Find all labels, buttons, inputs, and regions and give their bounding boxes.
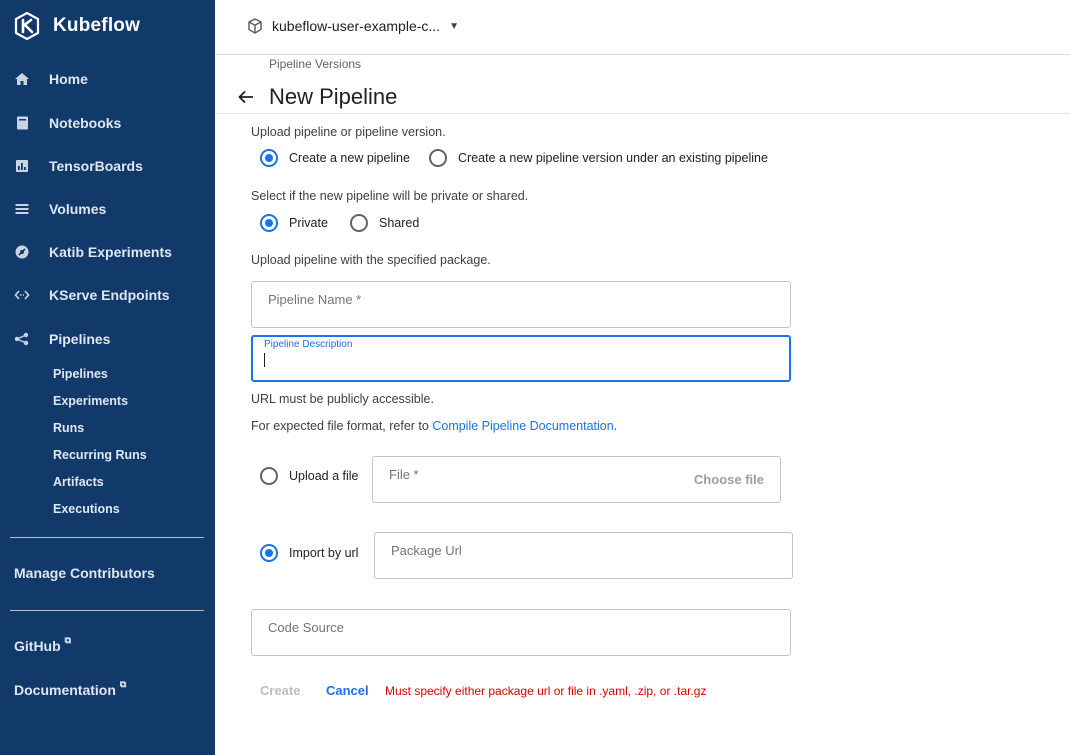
error-message: Must specify either package url or file … <box>385 684 707 698</box>
katib-icon <box>14 244 30 260</box>
nav-tensorboards[interactable]: TensorBoards <box>0 146 215 186</box>
sub-item-executions[interactable]: Executions <box>53 499 120 519</box>
pipeline-icon <box>14 331 30 347</box>
notebook-icon <box>14 115 30 131</box>
back-arrow-icon[interactable] <box>236 87 256 107</box>
shared-label: Shared <box>379 216 420 230</box>
format-note-text: For expected file format, refer to <box>251 419 429 433</box>
sub-item-recurring-runs[interactable]: Recurring Runs <box>53 445 147 465</box>
documentation-label: Documentation <box>14 682 116 698</box>
home-icon <box>14 71 30 87</box>
choose-file-button[interactable]: Choose file <box>694 472 764 487</box>
file-placeholder: File * <box>389 467 419 482</box>
cube-icon <box>248 18 262 34</box>
radio-shared[interactable]: Shared <box>350 214 419 232</box>
nav-pipelines[interactable]: Pipelines <box>0 319 215 359</box>
url-note: URL must be publicly accessible. <box>251 392 434 406</box>
visibility-label: Select if the new pipeline will be priva… <box>251 189 529 203</box>
kubeflow-logo-icon <box>14 12 40 40</box>
brand-name: Kubeflow <box>53 15 141 36</box>
create-version-label: Create a new pipeline version under an e… <box>458 151 768 165</box>
nav-home-label: Home <box>49 71 88 87</box>
code-source-placeholder: Code Source <box>268 620 344 635</box>
documentation-link[interactable]: Documentation ⧉ <box>14 679 127 698</box>
text-cursor <box>264 353 265 367</box>
nav-volumes-label: Volumes <box>49 201 107 217</box>
radio-upload-file[interactable]: Upload a file <box>260 467 359 485</box>
header-divider <box>215 113 1070 114</box>
nav-volumes[interactable]: Volumes <box>0 189 215 229</box>
sub-item-pipelines[interactable]: Pipelines <box>53 364 108 384</box>
nav-home[interactable]: Home <box>0 59 215 99</box>
sidebar-divider <box>10 537 204 538</box>
storage-icon <box>14 201 30 217</box>
chart-icon <box>14 158 30 174</box>
nav-katib-label: Katib Experiments <box>49 244 172 260</box>
code-arrows-icon <box>14 287 30 303</box>
upload-file-label: Upload a file <box>289 469 359 483</box>
format-note-end: . <box>613 419 618 433</box>
caret-down-icon: ▼ <box>449 20 459 32</box>
pipeline-name-input[interactable]: Pipeline Name * <box>251 281 791 328</box>
radio-checked-icon <box>260 544 278 562</box>
top-bar: kubeflow-user-example-c... ▼ <box>215 0 1070 55</box>
manage-contributors-label: Manage Contributors <box>14 565 155 581</box>
manage-contributors-link[interactable]: Manage Contributors <box>14 565 155 581</box>
pipeline-description-input[interactable]: Pipeline Description <box>251 335 791 382</box>
github-link[interactable]: GitHub ⧉ <box>14 635 72 654</box>
brand[interactable]: Kubeflow <box>13 10 140 42</box>
nav-tensorboards-label: TensorBoards <box>49 158 143 174</box>
nav-kserve-label: KServe Endpoints <box>49 287 170 303</box>
nav-notebooks-label: Notebooks <box>49 115 122 131</box>
radio-private[interactable]: Private <box>260 214 328 232</box>
nav-kserve-endpoints[interactable]: KServe Endpoints <box>0 275 215 315</box>
format-note: For expected file format, refer to Compi… <box>251 419 617 433</box>
cancel-button[interactable]: Cancel <box>326 683 369 698</box>
sub-item-artifacts[interactable]: Artifacts <box>53 472 104 492</box>
private-label: Private <box>289 216 328 230</box>
compile-docs-link[interactable]: Compile Pipeline Documentation <box>432 419 613 433</box>
namespace-value: kubeflow-user-example-c... <box>272 18 441 34</box>
radio-checked-icon <box>260 214 278 232</box>
pipeline-name-placeholder: Pipeline Name * <box>268 292 362 307</box>
radio-unchecked-icon <box>429 149 447 167</box>
radio-unchecked-icon <box>350 214 368 232</box>
package-url-input[interactable]: Package Url <box>374 532 793 579</box>
upload-type-label: Upload pipeline or pipeline version. <box>251 125 446 139</box>
radio-checked-icon <box>260 149 278 167</box>
github-label: GitHub <box>14 638 61 654</box>
radio-import-url[interactable]: Import by url <box>260 544 358 562</box>
external-link-icon: ⧉ <box>64 635 72 645</box>
import-url-label: Import by url <box>289 546 359 560</box>
nav-notebooks[interactable]: Notebooks <box>0 103 215 143</box>
namespace-selector[interactable]: kubeflow-user-example-c... ▼ <box>247 15 459 37</box>
package-url-placeholder: Package Url <box>391 543 462 558</box>
breadcrumb[interactable]: Pipeline Versions <box>269 57 361 71</box>
page-title: New Pipeline <box>269 84 398 109</box>
create-button[interactable]: Create <box>260 683 300 698</box>
sub-item-runs[interactable]: Runs <box>53 418 84 438</box>
radio-create-version[interactable]: Create a new pipeline version under an e… <box>429 149 768 167</box>
create-new-label: Create a new pipeline <box>289 151 410 165</box>
sub-item-experiments[interactable]: Experiments <box>53 391 128 411</box>
external-link-icon: ⧉ <box>119 679 127 689</box>
radio-unchecked-icon <box>260 467 278 485</box>
package-label: Upload pipeline with the specified packa… <box>251 253 491 267</box>
code-source-input[interactable]: Code Source <box>251 609 791 656</box>
pipeline-description-label: Pipeline Description <box>264 339 353 350</box>
nav-katib-experiments[interactable]: Katib Experiments <box>0 232 215 272</box>
sidebar: Kubeflow Home Notebooks TensorBoards Vol… <box>0 0 215 755</box>
nav-pipelines-label: Pipelines <box>49 331 111 347</box>
radio-create-new-pipeline[interactable]: Create a new pipeline <box>260 149 410 167</box>
file-input[interactable]: File * Choose file <box>372 456 781 503</box>
sidebar-divider-2 <box>10 610 204 611</box>
